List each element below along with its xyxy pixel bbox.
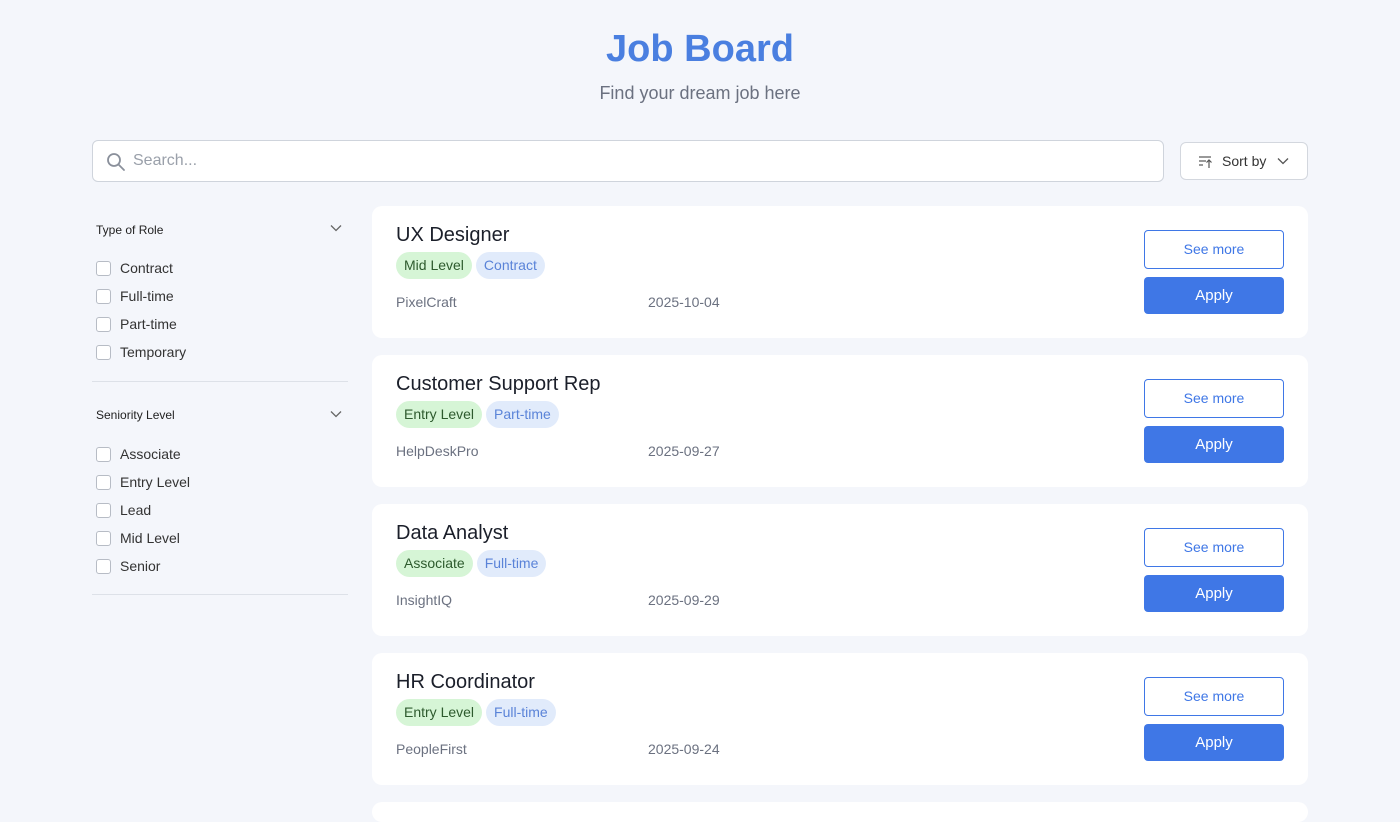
search-icon [107,153,125,171]
company-name: HelpDeskPro [396,443,479,459]
checkbox[interactable] [96,261,111,276]
page-title: Job Board [606,28,794,70]
page-subtitle: Find your dream job here [599,83,801,103]
search-input[interactable] [133,141,1153,181]
sort-button[interactable]: Sort by [1180,142,1308,180]
filter-option-contract[interactable]: Contract [92,254,348,282]
posted-date: 2025-09-29 [648,592,720,608]
chevron-down-icon [1277,158,1289,165]
type-tag: Full-time [476,550,547,577]
option-label: Senior [120,558,161,574]
company-name: InsightIQ [396,592,453,608]
option-label: Full-time [120,288,174,304]
checkbox[interactable] [96,503,111,518]
level-tag: Associate [396,550,473,577]
option-label: Temporary [120,344,187,360]
apply-button[interactable]: Apply [1144,426,1284,463]
option-label: Part-time [120,316,177,332]
option-label: Entry Level [120,474,191,490]
chevron-down-icon [330,411,342,418]
filter-label: Type of Role [96,223,164,237]
option-label: Contract [120,260,173,276]
filter-sidebar: Type of Role Contract Full-time Part-tim… [92,206,348,595]
level-tag: Mid Level [396,252,472,279]
chevron-down-icon [330,225,342,232]
see-more-button[interactable]: See more [1144,677,1284,716]
job-title: HR Coordinator [396,671,535,693]
company-name: PixelCraft [396,294,457,310]
apply-button[interactable]: Apply [1144,277,1284,314]
filter-option-part-time[interactable]: Part-time [92,310,348,338]
job-tags: Associate Full-time [396,550,547,578]
filter-header-seniority-level[interactable]: Seniority Level [92,382,348,440]
filter-group-type-of-role: Type of Role Contract Full-time Part-tim… [92,206,348,382]
type-tag: Part-time [486,401,559,428]
sort-label: Sort by [1222,153,1267,169]
checkbox[interactable] [96,531,111,546]
checkbox[interactable] [96,447,111,462]
see-more-button[interactable]: See more [1144,528,1284,567]
job-tags: Entry Level Full-time [396,699,556,727]
posted-date: 2025-10-04 [648,294,720,310]
filter-option-mid-level[interactable]: Mid Level [92,524,348,552]
job-card-partial [372,802,1308,822]
level-tag: Entry Level [396,699,483,726]
see-more-button[interactable]: See more [1144,230,1284,269]
filter-option-entry-level[interactable]: Entry Level [92,468,348,496]
option-label: Associate [120,446,181,462]
option-label: Mid Level [120,530,180,546]
filter-option-full-time[interactable]: Full-time [92,282,348,310]
filter-option-senior[interactable]: Senior [92,552,348,580]
level-tag: Entry Level [396,401,483,428]
apply-button[interactable]: Apply [1144,575,1284,612]
apply-button[interactable]: Apply [1144,724,1284,761]
job-title: Data Analyst [396,522,509,544]
checkbox[interactable] [96,559,111,574]
filter-header-type-of-role[interactable]: Type of Role [92,206,348,254]
filter-label: Seniority Level [96,408,175,422]
filter-group-seniority-level: Seniority Level Associate Entry Level Le… [92,382,348,595]
type-tag: Full-time [486,699,556,726]
posted-date: 2025-09-27 [648,443,720,459]
job-title: Customer Support Rep [396,373,601,395]
job-card: Customer Support Rep Entry Level Part-ti… [372,355,1308,487]
option-label: Lead [120,502,152,518]
job-card: HR Coordinator Entry Level Full-time Peo… [372,653,1308,785]
posted-date: 2025-09-24 [648,741,720,757]
filter-option-temporary[interactable]: Temporary [92,338,348,366]
job-tags: Entry Level Part-time [396,401,559,429]
job-card: UX Designer Mid Level Contract PixelCraf… [372,206,1308,338]
filter-option-associate[interactable]: Associate [92,440,348,468]
company-name: PeopleFirst [396,741,467,757]
search-bar[interactable] [92,140,1164,182]
type-tag: Contract [475,252,545,279]
checkbox[interactable] [96,289,111,304]
job-tags: Mid Level Contract [396,252,545,280]
filter-option-lead[interactable]: Lead [92,496,348,524]
checkbox[interactable] [96,345,111,360]
job-title: UX Designer [396,224,510,246]
job-card: Data Analyst Associate Full-time Insight… [372,504,1308,636]
checkbox[interactable] [96,475,111,490]
sort-icon [1199,156,1212,168]
see-more-button[interactable]: See more [1144,379,1284,418]
checkbox[interactable] [96,317,111,332]
